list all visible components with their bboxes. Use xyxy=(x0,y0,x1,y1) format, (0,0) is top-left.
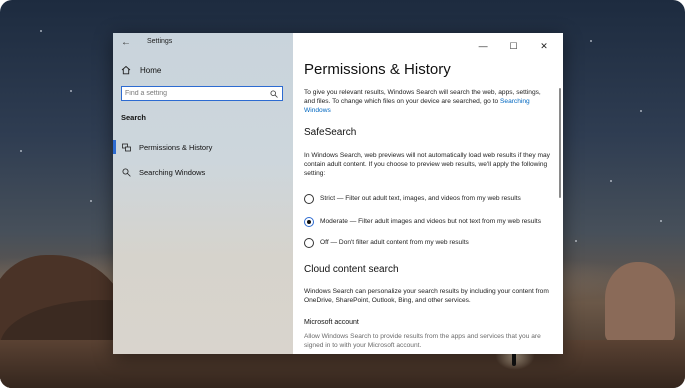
person-silhouette xyxy=(512,352,516,366)
search-icon[interactable] xyxy=(270,90,278,98)
star xyxy=(590,40,592,42)
sidebar-item-label: Permissions & History xyxy=(139,143,213,152)
selection-indicator xyxy=(113,140,116,154)
safesearch-description: In Windows Search, web previews will not… xyxy=(304,152,550,177)
star xyxy=(640,110,642,112)
radio-button[interactable] xyxy=(304,194,314,204)
home-icon xyxy=(121,65,131,75)
star xyxy=(40,30,42,32)
window-controls: — ☐ ✕ xyxy=(470,36,557,51)
app-title: Settings xyxy=(147,38,173,45)
sidebar-item-searching-windows[interactable]: Searching Windows xyxy=(113,165,293,179)
radio-label: Off — Don't filter adult content from my… xyxy=(320,239,469,246)
radio-label: Moderate — Filter adult images and video… xyxy=(320,218,541,225)
search-icon xyxy=(122,168,131,177)
maximize-button[interactable]: ☐ xyxy=(501,41,527,52)
safesearch-heading: SafeSearch xyxy=(304,127,357,138)
radio-button[interactable] xyxy=(304,238,314,248)
microsoft-account-description: Allow Windows Search to provide results … xyxy=(304,333,541,349)
find-setting-search-box[interactable] xyxy=(121,86,283,101)
sidebar-item-permissions-history[interactable]: Permissions & History xyxy=(113,140,293,154)
page-title: Permissions & History xyxy=(304,61,451,78)
title-bar: ← Settings xyxy=(113,33,293,51)
permissions-icon xyxy=(122,143,131,152)
star xyxy=(660,220,662,222)
find-setting-input[interactable] xyxy=(125,88,265,99)
scrollbar[interactable] xyxy=(559,88,561,198)
back-arrow-icon[interactable]: ← xyxy=(121,37,131,48)
sidebar: ← Settings Home Search Permissions & His… xyxy=(113,33,293,354)
sidebar-item-label: Searching Windows xyxy=(139,168,206,177)
intro-text: To give you relevant results, Windows Se… xyxy=(304,89,552,115)
cloud-content-heading: Cloud content search xyxy=(304,264,399,275)
star xyxy=(90,200,92,202)
home-nav-item[interactable]: Home xyxy=(121,65,281,77)
cloud-content-description: Windows Search can personalize your sear… xyxy=(304,288,549,304)
radio-label: Strict — Filter out adult text, images, … xyxy=(320,195,521,202)
star xyxy=(610,180,612,182)
home-label: Home xyxy=(140,66,162,75)
star xyxy=(20,150,22,152)
close-button[interactable]: ✕ xyxy=(531,41,557,52)
minimize-button[interactable]: — xyxy=(470,41,496,51)
section-heading: Search xyxy=(121,113,147,122)
settings-window: ← Settings Home Search Permissions & His… xyxy=(113,33,563,354)
radio-button-checked[interactable] xyxy=(304,217,314,227)
rock-formation xyxy=(605,262,675,342)
main-content: — ☐ ✕ Permissions & History To give you … xyxy=(293,33,563,354)
microsoft-account-heading: Microsoft account xyxy=(304,319,359,326)
star xyxy=(70,90,72,92)
star xyxy=(575,240,577,242)
